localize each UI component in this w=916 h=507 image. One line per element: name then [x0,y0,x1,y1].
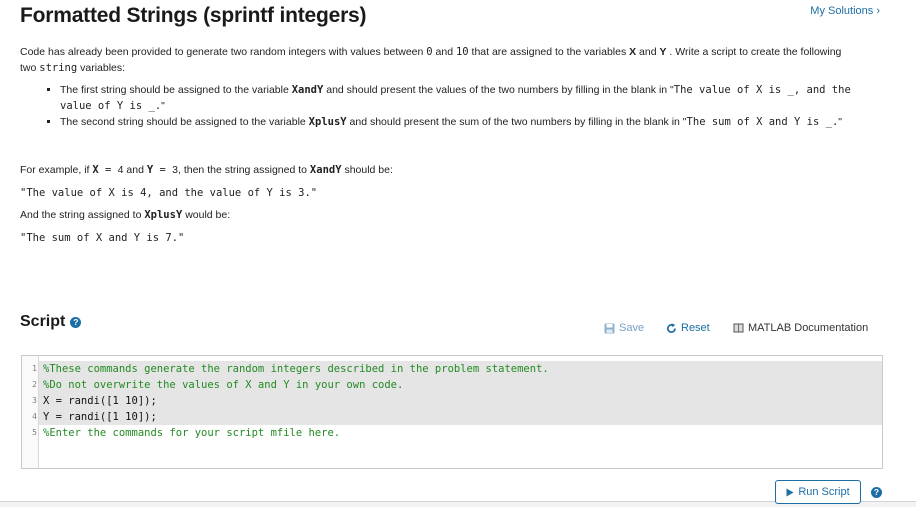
req-text: The first string should be assigned to t… [60,84,292,96]
docs-label: MATLAB Documentation [748,322,869,334]
line-number: 3 [32,396,37,405]
save-button[interactable]: Save [604,322,644,334]
example-text: would be: [182,209,231,221]
matlab-documentation-link[interactable]: MATLAB Documentation [733,322,868,334]
play-triangle-icon [786,488,794,497]
req-text: " [161,100,165,112]
line-number: 5 [32,428,37,437]
example-text: And the string assigned to [20,209,145,221]
code-lines: 1 %These commands generate the random in… [22,361,882,441]
code-statement: X = randi([1 10]); [43,395,157,407]
reset-label: Reset [681,322,710,334]
script-title: Script [20,313,66,330]
help-icon[interactable]: ? [70,316,82,328]
desc-num-10: 10 [455,46,469,58]
code-editor[interactable]: 1 %These commands generate the random in… [21,355,883,469]
locked-line-highlight [39,409,882,425]
example-text: = [98,164,118,176]
reset-button[interactable]: Reset [666,322,710,334]
desc-text: variables: [77,62,126,74]
req-text: and should present the sum of the two nu… [346,116,687,128]
req-var: XplusY [308,116,347,128]
script-heading: Script ? [20,313,82,331]
book-icon [733,323,744,333]
example-string-2: "The sum of X and Y is 7." [20,231,185,244]
example-second-intro: And the string assigned to XplusY would … [20,207,850,230]
code-comment: %These commands generate the random inte… [43,363,549,375]
code-line[interactable]: 5 %Enter the commands for your script mf… [22,425,882,441]
desc-text: Code has already been provided to genera… [20,46,427,58]
desc-var-y: Y [659,46,667,58]
code-line[interactable]: 4 Y = randi([1 10]); [22,409,882,425]
req-var: XandY [291,84,324,96]
req-text: and should present the values of the two… [323,84,674,96]
line-number: 4 [32,412,37,421]
code-comment: %Do not overwrite the values of X and Y … [43,379,404,391]
example-var: XandY [309,164,342,176]
code-line[interactable]: 2 %Do not overwrite the values of X and … [22,377,882,393]
run-script-label: Run Script [798,486,850,498]
circular-arrow-icon [666,322,677,334]
example-text: = [153,164,173,176]
example-string-1: "The value of X is 4, and the value of Y… [20,186,318,199]
desc-text: that are assigned to the variables [468,46,630,58]
list-item: The first string should be assigned to t… [60,82,880,114]
run-help-icon[interactable]: ? [871,487,882,498]
desc-string-keyword: string [39,62,78,74]
example-section: For example, if X = 4 and Y = 3, then th… [20,162,850,252]
problem-description: Code has already been provided to genera… [20,44,850,76]
example-var: XplusY [144,209,183,221]
code-line[interactable]: 3 X = randi([1 10]); [22,393,882,409]
locked-line-highlight [39,393,882,409]
code-statement: Y = randi([1 10]); [43,411,157,423]
desc-text: and [432,46,456,58]
example-text: and [123,164,147,176]
my-solutions-link[interactable]: My Solutions › [810,5,880,17]
line-number: 1 [32,364,37,373]
save-label: Save [619,322,645,334]
example-text: For example, if [20,164,93,176]
page-title: Formatted Strings (sprintf integers) [20,4,367,27]
requirements-list: The first string should be assigned to t… [40,82,880,130]
example-text: , then the string assigned to [178,164,310,176]
floppy-disk-icon [604,323,615,334]
code-comment: %Enter the commands for your script mfil… [43,427,341,439]
req-text: " [838,116,842,128]
desc-text: and [636,46,660,58]
line-number: 2 [32,380,37,389]
req-text: The second string should be assigned to … [60,116,309,128]
code-line[interactable]: 1 %These commands generate the random in… [22,361,882,377]
run-script-button[interactable]: Run Script [775,480,861,504]
example-intro: For example, if X = 4 and Y = 3, then th… [20,162,850,185]
example-text: should be: [341,164,393,176]
list-item: The second string should be assigned to … [60,114,880,130]
req-code: The sum of X and Y is _. [686,116,839,128]
